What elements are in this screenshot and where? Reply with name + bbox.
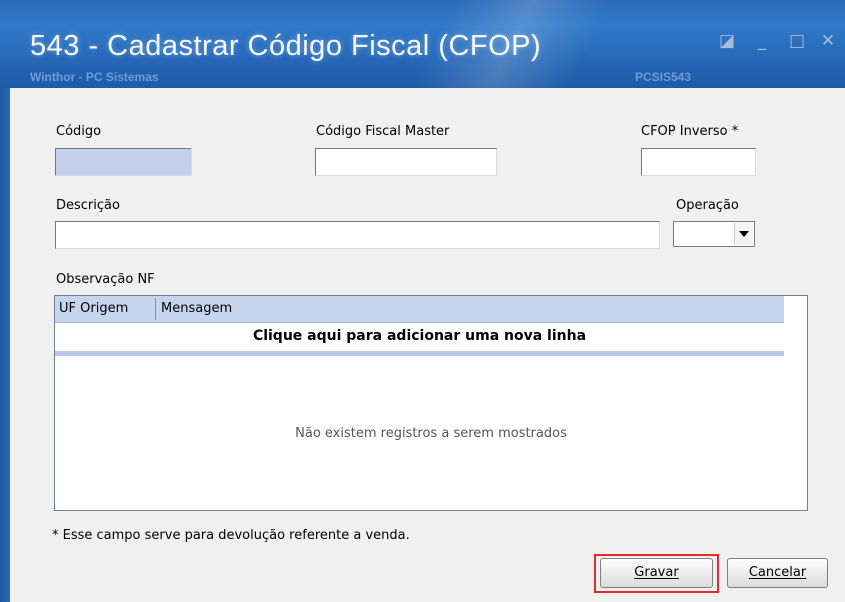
observacao-nf-label: Observação NF	[56, 272, 155, 287]
grid-header: UF Origem Mensagem	[55, 296, 784, 323]
column-mensagem[interactable]: Mensagem	[161, 296, 232, 322]
cancelar-label: Cancelar	[748, 565, 807, 580]
gravar-button[interactable]: Gravar	[600, 558, 713, 588]
observacao-grid[interactable]: UF Origem Mensagem Clique aqui para adic…	[54, 295, 808, 511]
new-row-divider	[55, 351, 784, 356]
cfop-inverso-field[interactable]	[641, 148, 756, 176]
cancelar-button[interactable]: Cancelar	[727, 558, 828, 588]
codigo-field	[55, 148, 192, 176]
close-icon[interactable]: ✕	[818, 32, 838, 50]
operacao-select[interactable]	[673, 221, 755, 247]
restore-icon[interactable]: ◪	[717, 32, 737, 50]
chevron-down-icon[interactable]	[734, 223, 753, 245]
codigo-fiscal-master-label: Código Fiscal Master	[316, 124, 450, 139]
gravar-label: Gravar	[634, 565, 679, 580]
cfop-inverso-label: CFOP Inverso *	[641, 124, 739, 139]
add-new-row-button[interactable]: Clique aqui para adicionar uma nova linh…	[55, 323, 784, 349]
column-uf-origem[interactable]: UF Origem	[59, 296, 128, 322]
empty-grid-message: Não existem registros a serem mostrados	[295, 426, 567, 441]
maximize-icon[interactable]: □	[787, 32, 807, 50]
column-separator	[155, 298, 156, 320]
cadastrar-cfop-window: 543 - Cadastrar Código Fiscal (CFOP) Win…	[0, 0, 845, 602]
window-left-border	[0, 88, 10, 602]
window-title: 543 - Cadastrar Código Fiscal (CFOP)	[30, 30, 542, 62]
codigo-fiscal-master-field[interactable]	[315, 148, 497, 176]
operacao-label: Operação	[676, 198, 739, 213]
footnote-text: * Esse campo serve para devolução refere…	[52, 528, 410, 543]
descricao-field[interactable]	[55, 221, 660, 249]
app-name: Winthor - PC Sistemas	[30, 70, 159, 84]
routine-code: PCSIS543	[635, 70, 692, 84]
codigo-label: Código	[56, 124, 102, 139]
descricao-label: Descrição	[56, 198, 120, 213]
title-bar[interactable]: 543 - Cadastrar Código Fiscal (CFOP) Win…	[0, 0, 845, 88]
minimize-icon[interactable]: _	[752, 32, 772, 50]
